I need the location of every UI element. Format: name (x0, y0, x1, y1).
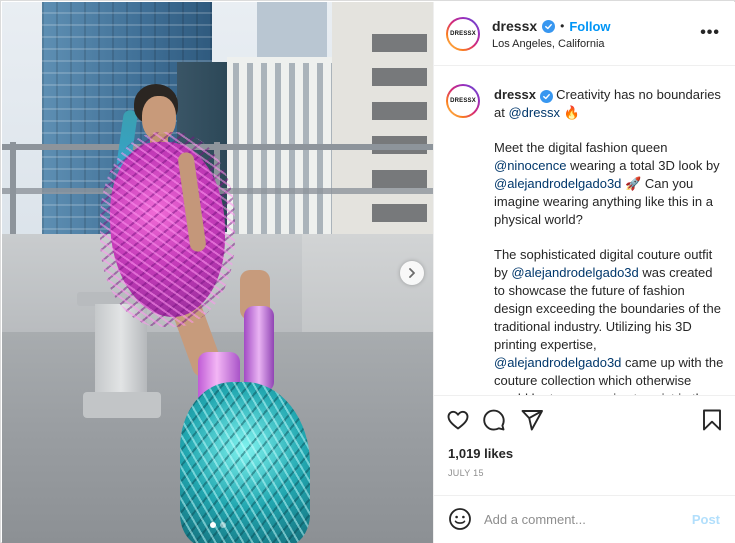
save-button[interactable] (700, 408, 724, 432)
mention-link[interactable]: @ninocence (494, 158, 566, 173)
avatar[interactable]: DRESSX (446, 84, 480, 118)
caption-paragraph: The sophisticated digital couture outfit… (494, 246, 726, 395)
comment-button[interactable] (482, 408, 506, 432)
comment-icon (483, 409, 505, 431)
like-button[interactable] (446, 408, 470, 432)
header-user-row: dressx • Follow (492, 18, 611, 34)
post-date[interactable]: JULY 15 (448, 468, 484, 478)
carousel-dot-active (209, 522, 216, 528)
fire-emoji: 🔥 (563, 105, 580, 120)
post-header: DRESSX dressx • Follow Los Angeles, Cali… (434, 2, 735, 66)
separator-dot: • (560, 19, 565, 33)
more-options-button[interactable]: ••• (700, 24, 720, 42)
bookmark-icon (703, 409, 721, 431)
smiley-icon (449, 508, 471, 530)
post-comment-button[interactable]: Post (692, 512, 720, 527)
share-button[interactable] (520, 408, 544, 432)
rocket-emoji: 🚀 (625, 176, 642, 191)
caption-username[interactable]: dressx (494, 87, 536, 102)
carousel-dot (219, 522, 226, 528)
post-side-panel: DRESSX dressx • Follow Los Angeles, Cali… (433, 2, 735, 543)
verified-badge-icon (539, 90, 553, 103)
action-bar (434, 395, 735, 449)
follow-button[interactable]: Follow (569, 19, 610, 34)
comment-bar: Post (434, 495, 735, 543)
caption-scroll-area[interactable]: DRESSX dressx Creativity has no boundari… (434, 67, 735, 395)
avatar-logo: DRESSX (448, 86, 478, 116)
post-modal: DRESSX dressx • Follow Los Angeles, Cali… (0, 0, 735, 543)
avatar-logo: DRESSX (448, 19, 478, 49)
model-figure (2, 2, 433, 543)
next-slide-button[interactable] (400, 261, 424, 285)
carousel-indicator (2, 522, 433, 528)
heart-icon (447, 410, 469, 430)
post-photo[interactable] (2, 2, 433, 543)
mention-link[interactable]: @dressx (508, 105, 560, 120)
mention-link[interactable]: @alejandrodelgado3d (494, 355, 621, 370)
caption-text: Meet the digital fashion queen (494, 140, 668, 155)
username-link[interactable]: dressx (492, 18, 537, 34)
chevron-right-icon (409, 268, 415, 278)
location-link[interactable]: Los Angeles, California (492, 38, 605, 50)
post-caption: dressx Creativity has no boundaries at @… (494, 86, 726, 395)
avatar[interactable]: DRESSX (446, 17, 480, 51)
caption-text: wearing a total 3D look by (570, 158, 720, 173)
paper-plane-icon (521, 410, 543, 431)
caption-paragraph: Meet the digital fashion queen @ninocenc… (494, 139, 726, 229)
emoji-button[interactable] (448, 507, 472, 531)
mention-link[interactable]: @alejandrodelgado3d (494, 176, 621, 191)
mention-link[interactable]: @alejandrodelgado3d (511, 265, 638, 280)
comment-input[interactable] (484, 509, 684, 529)
likes-count[interactable]: 1,019 likes (448, 446, 513, 461)
verified-badge-icon (542, 19, 556, 33)
caption-paragraph: dressx Creativity has no boundaries at @… (494, 86, 726, 122)
